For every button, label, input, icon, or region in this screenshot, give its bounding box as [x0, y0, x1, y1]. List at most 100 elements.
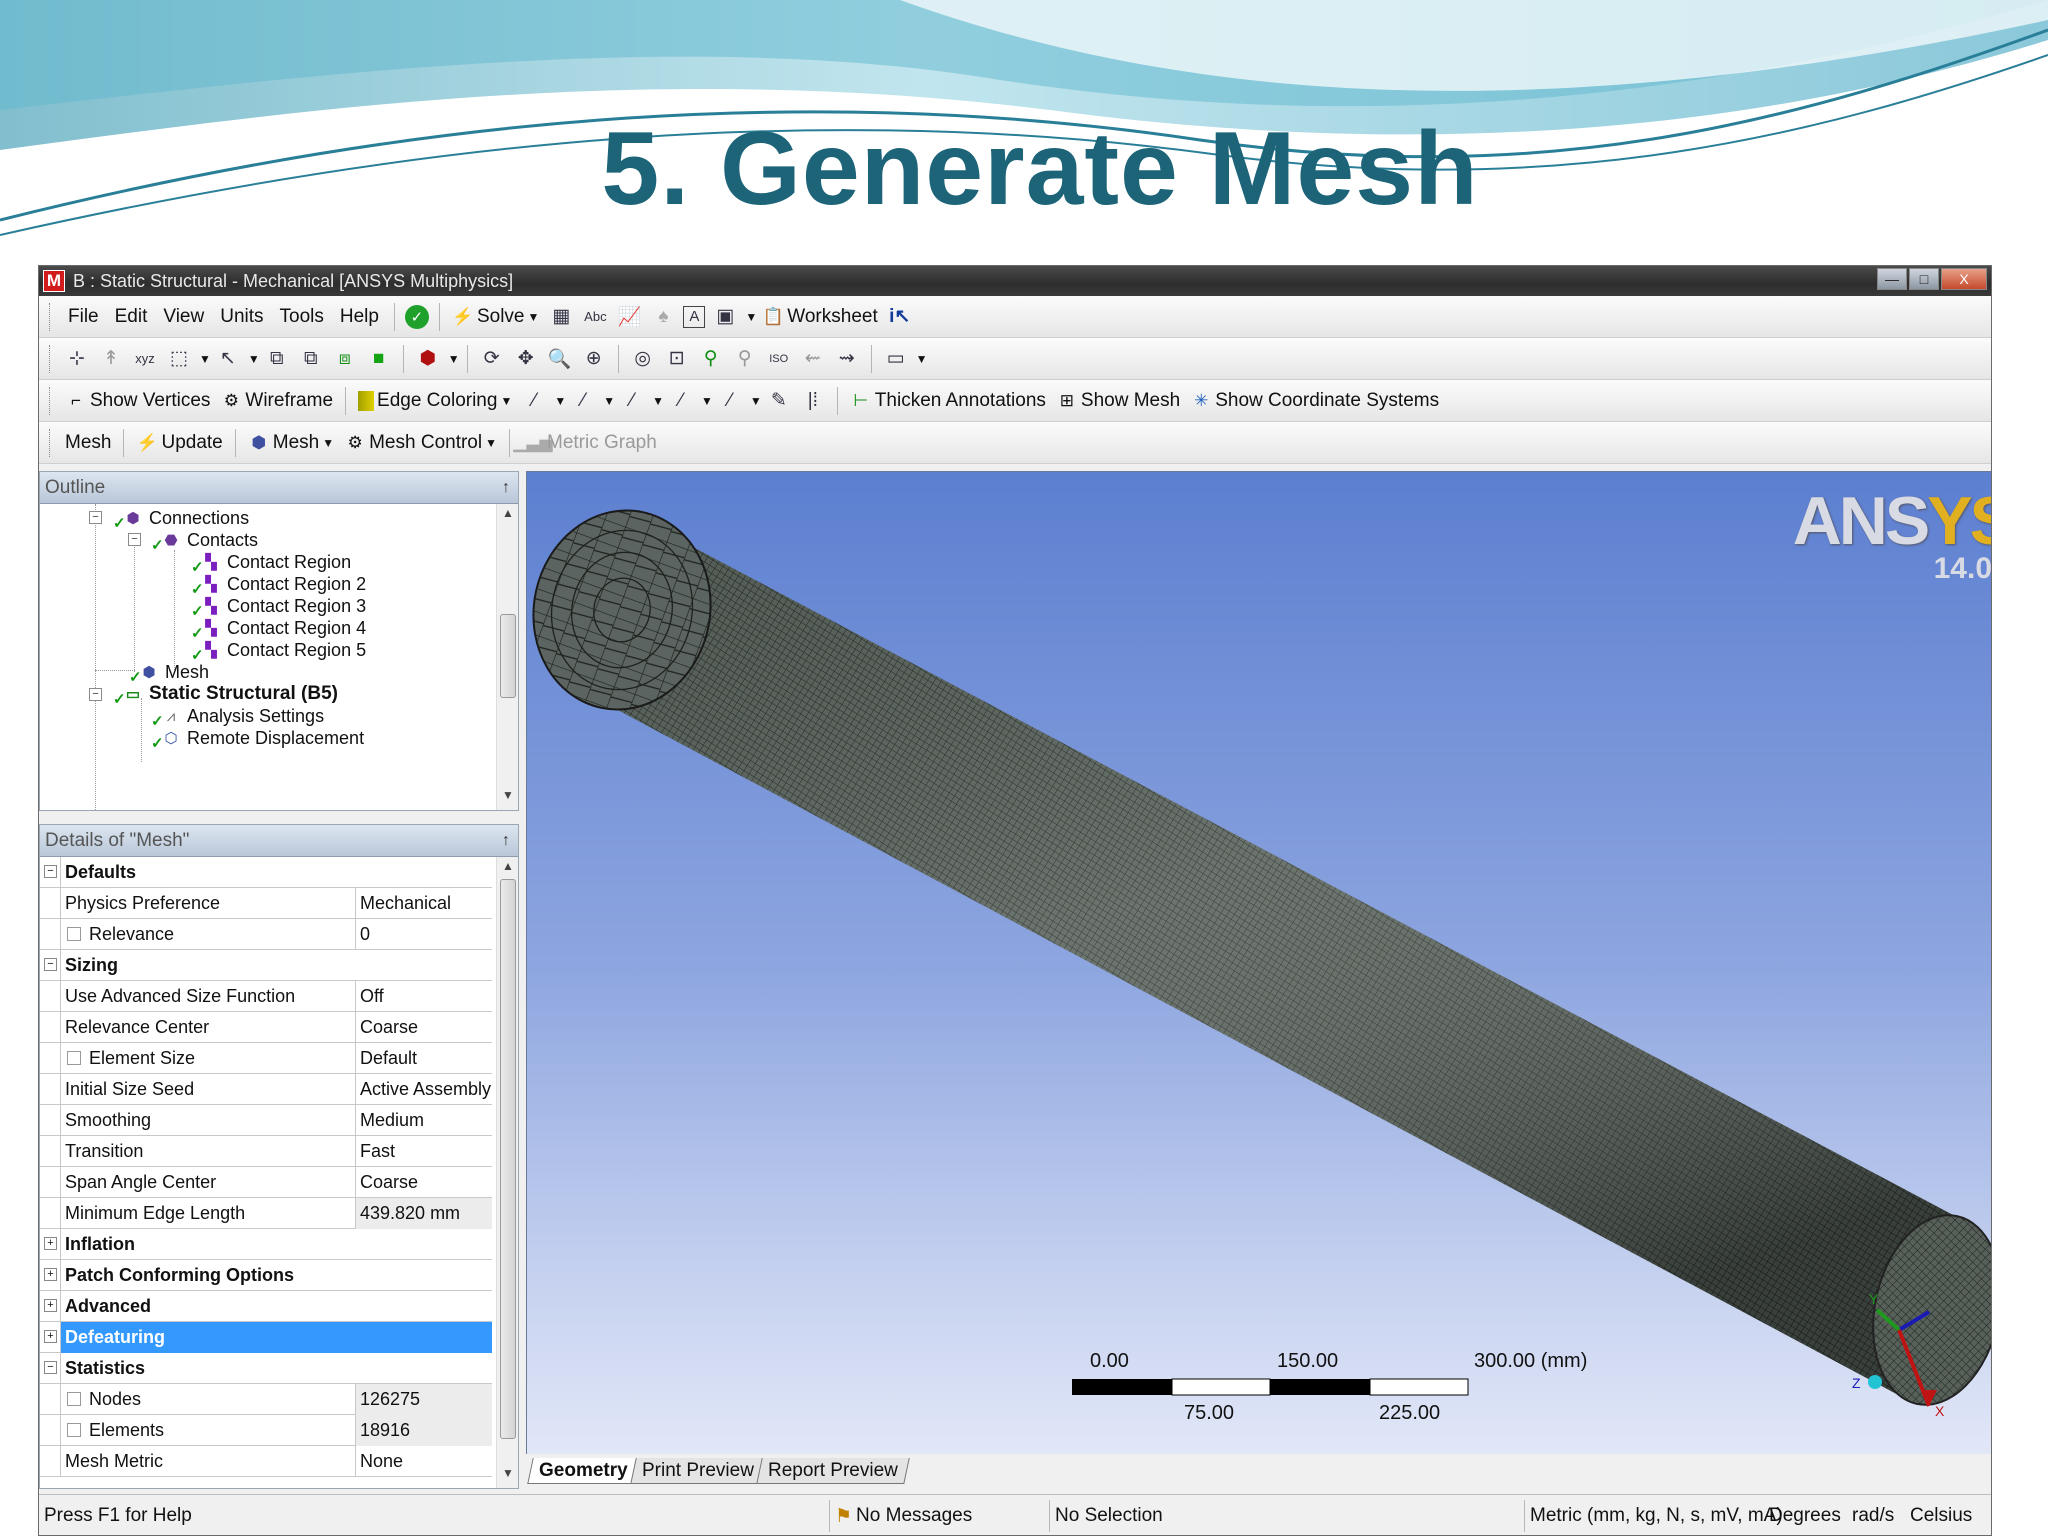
scroll-up-icon[interactable]: ▲	[497, 506, 519, 526]
collapse-connections-icon[interactable]: −	[89, 511, 102, 524]
expand-icon[interactable]: +	[44, 1268, 57, 1281]
expand-icon[interactable]: +	[44, 1330, 57, 1343]
minimize-button[interactable]: —	[1877, 268, 1907, 290]
details-row[interactable]: Physics Preference Mechanical	[40, 887, 492, 919]
graphics-viewport[interactable]: Z Y X ANSYS 14.0 0.00 150.00 300.00 (mm)…	[526, 471, 1991, 1469]
iso-view-icon[interactable]: ISO	[765, 345, 793, 373]
collapse-icon[interactable]: −	[44, 958, 57, 971]
property-value[interactable]: Mechanical	[356, 888, 492, 919]
outline-scrollbar[interactable]: ▲ ▼	[496, 504, 518, 810]
info-cursor-icon[interactable]: i↖	[886, 303, 914, 331]
details-category[interactable]: − Statistics	[40, 1352, 492, 1384]
solution-status-check-icon[interactable]: ✓	[404, 304, 429, 329]
scroll-up-icon[interactable]: ▲	[497, 859, 519, 879]
status-angle-units[interactable]: Degrees	[1764, 1500, 1844, 1532]
details-category[interactable]: − Sizing	[40, 949, 492, 981]
show-vertices-button[interactable]: ⌐ Show Vertices	[65, 390, 210, 412]
maximize-button[interactable]: □	[1909, 268, 1939, 290]
worksheet-button[interactable]: 📋 Worksheet	[762, 306, 878, 328]
parameter-checkbox[interactable]	[67, 1392, 81, 1406]
details-row[interactable]: Mesh Metric None	[40, 1445, 492, 1477]
next-view-icon[interactable]: ⇝	[833, 345, 861, 373]
pin-icon[interactable]: ↑	[502, 472, 510, 504]
parameter-checkbox[interactable]	[67, 1051, 81, 1065]
parameter-checkbox[interactable]	[67, 1423, 81, 1437]
parameter-checkbox[interactable]	[67, 927, 81, 941]
wireframe-button[interactable]: ⚙ Wireframe	[220, 390, 333, 412]
details-row[interactable]: Span Angle Center Coarse	[40, 1166, 492, 1198]
scroll-down-icon[interactable]: ▼	[497, 788, 519, 808]
details-category[interactable]: + Patch Conforming Options	[40, 1259, 492, 1291]
coordinate-icon[interactable]: xyz	[131, 345, 159, 373]
details-row[interactable]: Minimum Edge Length 439.820 mm	[40, 1197, 492, 1229]
image-icon[interactable]: ▣	[711, 303, 739, 331]
thicken-icon[interactable]: |⁞	[799, 387, 827, 415]
collapse-icon[interactable]: −	[44, 1361, 57, 1374]
zoom-icon[interactable]: 🔍	[546, 345, 574, 373]
tree-node-contact-region-5[interactable]: ▚ ✓ Contact Region 5	[191, 636, 366, 665]
pointer-icon[interactable]: ↖	[214, 345, 242, 373]
tab-print-preview[interactable]: Print Preview	[629, 1458, 766, 1484]
select-vertex-icon[interactable]: ⧉	[263, 345, 291, 373]
zoom-window-icon[interactable]: ⊡	[663, 345, 691, 373]
new-text-icon[interactable]: Abc	[581, 303, 609, 331]
edge-style-4-icon[interactable]: ⁄	[667, 387, 695, 415]
update-button[interactable]: ⚡ Update	[136, 432, 223, 454]
pin-icon[interactable]: ✎	[765, 387, 793, 415]
edge-style-5-icon[interactable]: ⁄	[716, 387, 744, 415]
select-body-icon[interactable]: ■	[365, 345, 393, 373]
mesh-control-button[interactable]: ⚙ Mesh Control ▼	[344, 432, 497, 454]
property-value[interactable]: None	[356, 1446, 492, 1477]
scroll-thumb[interactable]	[500, 879, 516, 1439]
details-category[interactable]: + Advanced	[40, 1290, 492, 1322]
edge-coloring-button[interactable]: Edge Coloring ▼	[358, 390, 512, 412]
property-value[interactable]: Coarse	[356, 1167, 492, 1198]
edge-style-2-icon[interactable]: ⁄	[569, 387, 597, 415]
rotate-icon[interactable]: ⟳	[478, 345, 506, 373]
new-figure-icon[interactable]: ▦	[547, 303, 575, 331]
edge-style-1-icon[interactable]: ⁄	[520, 387, 548, 415]
expand-icon[interactable]: +	[44, 1237, 57, 1250]
property-value[interactable]: Medium	[356, 1105, 492, 1136]
property-value[interactable]: Coarse	[356, 1012, 492, 1043]
menu-units[interactable]: Units	[220, 306, 263, 328]
property-value[interactable]: Default	[356, 1043, 492, 1074]
edge-style-3-icon[interactable]: ⁄	[618, 387, 646, 415]
collapse-icon[interactable]: −	[44, 865, 57, 878]
select-edge-icon[interactable]: ⧉	[297, 345, 325, 373]
menu-file[interactable]: File	[68, 306, 99, 328]
property-value[interactable]: 0	[356, 919, 492, 950]
property-value[interactable]: Active Assembly	[356, 1074, 492, 1105]
new-chart-icon[interactable]: 📈	[615, 303, 643, 331]
property-value[interactable]: Off	[356, 981, 492, 1012]
mesh-menu-button[interactable]: ⬢ Mesh ▼	[248, 432, 334, 454]
menu-view[interactable]: View	[163, 306, 204, 328]
collapse-static-structural-icon[interactable]: −	[89, 688, 102, 701]
details-row[interactable]: Smoothing Medium	[40, 1104, 492, 1136]
details-row[interactable]: Elements 18916	[40, 1414, 492, 1446]
details-row[interactable]: Use Advanced Size Function Off	[40, 980, 492, 1012]
zoom-box-icon[interactable]: ⊕	[580, 345, 608, 373]
details-row[interactable]: Transition Fast	[40, 1135, 492, 1167]
details-row[interactable]: Relevance Center Coarse	[40, 1011, 492, 1043]
scroll-thumb[interactable]	[500, 614, 516, 698]
details-category[interactable]: + Defeaturing	[40, 1321, 492, 1353]
status-temperature-units[interactable]: Celsius	[1905, 1500, 1985, 1532]
viewport-layout-icon[interactable]: ▭	[882, 345, 910, 373]
tab-report-preview[interactable]: Report Preview	[755, 1458, 910, 1484]
extend-selection-icon[interactable]: ⬢	[414, 345, 442, 373]
show-mesh-button[interactable]: ⊞ Show Mesh	[1056, 390, 1180, 412]
annotation-text-icon[interactable]: A	[683, 305, 706, 328]
select-point-icon[interactable]: ⊹	[63, 345, 91, 373]
pin-icon[interactable]: ↑	[502, 825, 510, 857]
metric-graph-button[interactable]: ▁▃▅ Metric Graph	[513, 432, 656, 454]
close-button[interactable]: X	[1941, 268, 1987, 290]
pan-icon[interactable]: ✥	[512, 345, 540, 373]
details-row[interactable]: Nodes 126275	[40, 1383, 492, 1415]
details-row[interactable]: Relevance 0	[40, 918, 492, 950]
details-row[interactable]: Element Size Default	[40, 1042, 492, 1074]
menu-tools[interactable]: Tools	[280, 306, 324, 328]
status-rate-units[interactable]: rad/s	[1847, 1500, 1902, 1532]
select-mode-icon[interactable]: ⬚	[165, 345, 193, 373]
magnifier-icon[interactable]: ⚲	[697, 345, 725, 373]
